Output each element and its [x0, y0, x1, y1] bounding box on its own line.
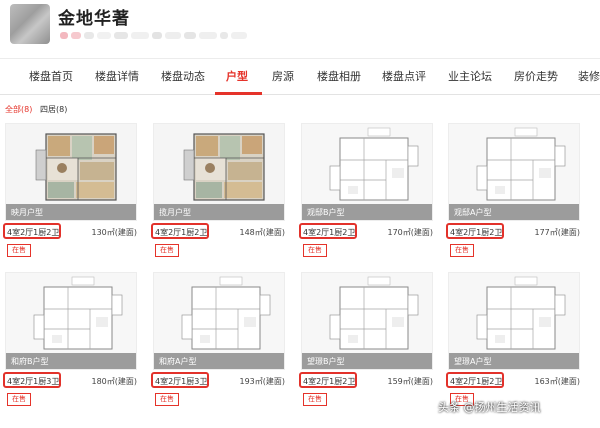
nav-item-news[interactable]: 楼盘动态	[161, 68, 205, 84]
floorplan-image[interactable]: 观邸B户型	[301, 123, 433, 221]
nav-item-album[interactable]: 楼盘相册	[317, 68, 361, 84]
main-nav: 楼盘首页 楼盘详情 楼盘动态 户型 房源 楼盘相册 楼盘点评 业主论坛 房价走势…	[0, 58, 600, 95]
sale-status-badge: 在售	[155, 244, 179, 257]
sale-status-badge: 在售	[303, 244, 327, 257]
floorplan-name: 揽月户型	[159, 208, 191, 217]
floor-area: 148㎡(建面)	[239, 228, 285, 237]
floorplan-name-bar: 映月户型	[6, 204, 136, 220]
floorplan-name-bar: 观邸A户型	[449, 204, 579, 220]
room-spec-highlight: 4室2厅1厨2卫	[3, 223, 61, 239]
room-spec: 4室2厅1厨2卫	[155, 228, 208, 237]
project-logo	[10, 4, 50, 44]
page-title: 金地华著	[58, 9, 130, 29]
floor-area: 180㎡(建面)	[91, 377, 137, 386]
room-spec: 4室2厅1厨2卫	[303, 228, 356, 237]
nav-item-listings[interactable]: 房源	[272, 68, 294, 84]
sale-status-badge: 在售	[303, 393, 327, 406]
floorplan-image[interactable]: 映月户型	[5, 123, 137, 221]
watermark: 头条 @扬州生活资讯	[438, 401, 541, 414]
floorplan-name: 观邸A户型	[454, 208, 492, 217]
nav-item-details[interactable]: 楼盘详情	[95, 68, 139, 84]
filter-all[interactable]: 全部(8)	[5, 104, 32, 115]
floor-area: 163㎡(建面)	[534, 377, 580, 386]
floorplan-name: 映月户型	[11, 208, 43, 217]
sale-status-badge: 在售	[7, 393, 31, 406]
room-spec-highlight: 4室2厅1厨2卫	[299, 372, 357, 388]
floor-area: 193㎡(建面)	[239, 377, 285, 386]
blurred-subtitle	[60, 32, 247, 39]
room-spec-highlight: 4室2厅1厨2卫	[151, 223, 209, 239]
floorplan-name-bar: 揽月户型	[154, 204, 284, 220]
room-spec: 4室2厅1厨2卫	[7, 228, 60, 237]
floorplan-image[interactable]: 和府A户型	[153, 272, 285, 370]
room-spec-highlight: 4室2厅1厨3卫	[3, 372, 61, 388]
nav-item-price-trend[interactable]: 房价走势	[514, 68, 558, 84]
floorplan-image[interactable]: 揽月户型	[153, 123, 285, 221]
filter-four-bedroom[interactable]: 四居(8)	[40, 104, 67, 115]
page-header: 金地华著	[0, 0, 600, 56]
floorplan-name: 观邸B户型	[307, 208, 345, 217]
floorplan-name: 望璟A户型	[454, 357, 492, 366]
floorplan-image[interactable]: 望璟B户型	[301, 272, 433, 370]
floor-area: 177㎡(建面)	[534, 228, 580, 237]
sale-status-badge: 在售	[450, 244, 474, 257]
floorplan-image[interactable]: 观邸A户型	[448, 123, 580, 221]
room-spec-highlight: 4室2厅1厨2卫	[446, 223, 504, 239]
sale-status-badge: 在售	[155, 393, 179, 406]
floorplan-image[interactable]: 望璟A户型	[448, 272, 580, 370]
floorplan-name: 和府B户型	[11, 357, 49, 366]
active-tab-underline	[215, 92, 262, 95]
nav-item-home[interactable]: 楼盘首页	[29, 68, 73, 84]
nav-item-decoration[interactable]: 装修	[578, 68, 600, 84]
nav-item-floorplans[interactable]: 户型	[226, 68, 248, 84]
room-spec-highlight: 4室2厅1厨2卫	[446, 372, 504, 388]
room-spec: 4室2厅1厨2卫	[450, 228, 503, 237]
floor-area: 130㎡(建面)	[91, 228, 137, 237]
room-spec: 4室2厅1厨3卫	[155, 377, 208, 386]
floorplan-name-bar: 望璟A户型	[449, 353, 579, 369]
room-spec-highlight: 4室2厅1厨3卫	[151, 372, 209, 388]
room-spec: 4室2厅1厨2卫	[303, 377, 356, 386]
room-spec: 4室2厅1厨3卫	[7, 377, 60, 386]
floorplan-name: 和府A户型	[159, 357, 197, 366]
nav-item-reviews[interactable]: 楼盘点评	[382, 68, 426, 84]
room-spec-highlight: 4室2厅1厨2卫	[299, 223, 357, 239]
floorplan-name: 望璟B户型	[307, 357, 345, 366]
floorplan-name-bar: 望璟B户型	[302, 353, 432, 369]
floorplan-name-bar: 观邸B户型	[302, 204, 432, 220]
nav-item-forum[interactable]: 业主论坛	[448, 68, 492, 84]
floor-area: 170㎡(建面)	[387, 228, 433, 237]
floorplan-name-bar: 和府B户型	[6, 353, 136, 369]
room-spec: 4室2厅1厨2卫	[450, 377, 503, 386]
floorplan-name-bar: 和府A户型	[154, 353, 284, 369]
floorplan-image[interactable]: 和府B户型	[5, 272, 137, 370]
sale-status-badge: 在售	[7, 244, 31, 257]
floor-area: 159㎡(建面)	[387, 377, 433, 386]
